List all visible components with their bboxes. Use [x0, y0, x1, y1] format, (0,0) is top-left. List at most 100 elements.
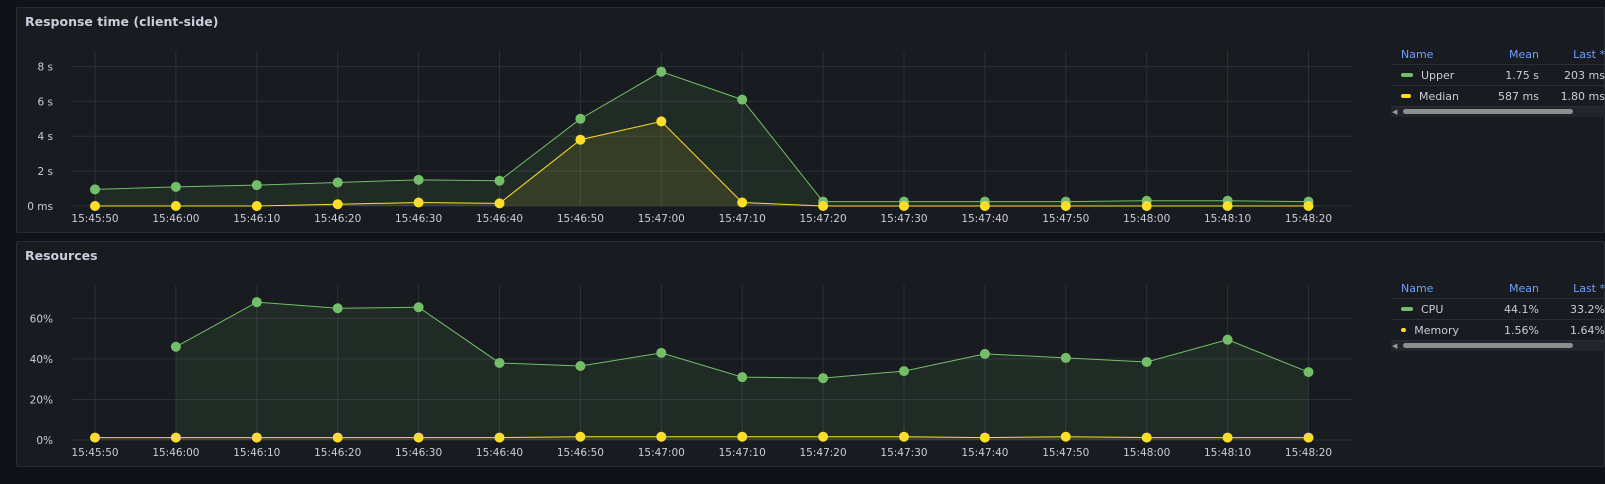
memory-data-point[interactable] [818, 431, 829, 442]
legend-header-last[interactable]: Last * [1539, 48, 1605, 61]
x-tick-label: 15:46:20 [314, 213, 361, 225]
median-data-point[interactable] [575, 134, 586, 145]
memory-data-point[interactable] [575, 431, 586, 442]
scroll-thumb[interactable] [1403, 343, 1573, 348]
x-tick-label: 15:45:50 [71, 213, 118, 225]
panel-title[interactable]: Resources [25, 248, 98, 263]
legend-header-mean[interactable]: Mean [1459, 48, 1539, 61]
cpu-data-point[interactable] [413, 302, 424, 313]
memory-data-point[interactable] [1222, 432, 1233, 443]
median-data-point[interactable] [737, 197, 748, 208]
cpu-data-point[interactable] [494, 357, 505, 368]
median-data-point[interactable] [413, 197, 424, 208]
upper-data-point[interactable] [332, 177, 343, 188]
memory-data-point[interactable] [90, 432, 100, 443]
resources-panel: 0% 20% 40% 60% 15:45:50 15:46:00 15:46:10 15:46… [16, 241, 1605, 467]
x-tick-label: 15:46:50 [557, 213, 604, 225]
upper-data-point[interactable] [251, 180, 262, 191]
x-tick-label: 15:48:20 [1285, 213, 1332, 225]
median-data-point[interactable] [1303, 201, 1314, 211]
cpu-data-point[interactable] [332, 303, 343, 314]
legend-header-mean[interactable]: Mean [1459, 282, 1539, 295]
memory-data-point[interactable] [1060, 431, 1071, 442]
memory-data-point[interactable] [170, 432, 181, 443]
x-tick-label: 15:47:00 [638, 213, 685, 225]
cpu-data-point[interactable] [575, 361, 586, 372]
median-data-point[interactable] [170, 201, 181, 211]
legend-row-cpu[interactable]: CPU 44.1% 33.2% [1391, 299, 1605, 320]
memory-data-point[interactable] [413, 432, 424, 443]
median-data-point[interactable] [656, 116, 667, 127]
median-series-swatch [1401, 94, 1411, 98]
upper-data-point[interactable] [656, 66, 667, 77]
cpu-data-point[interactable] [737, 372, 748, 383]
memory-data-point[interactable] [1141, 432, 1152, 443]
x-tick-label: 15:46:40 [476, 447, 523, 459]
median-data-point[interactable] [1222, 201, 1233, 211]
scroll-left-icon[interactable]: ◀ [1392, 342, 1397, 350]
legend-row-median[interactable]: Median 587 ms 1.80 ms [1391, 86, 1605, 107]
memory-data-point[interactable] [899, 431, 909, 442]
legend-scrollbar[interactable]: ◀ [1391, 107, 1605, 117]
memory-data-point[interactable] [332, 432, 343, 443]
cpu-series-swatch [1401, 307, 1413, 311]
cpu-data-point[interactable] [656, 347, 667, 358]
x-tick-label: 15:47:10 [719, 447, 766, 459]
legend-row-memory[interactable]: Memory 1.56% 1.64% [1391, 320, 1605, 341]
panel-title[interactable]: Response time (client-side) [25, 14, 218, 29]
upper-data-point[interactable] [575, 113, 586, 124]
cpu-data-point[interactable] [1303, 367, 1314, 378]
upper-data-point[interactable] [170, 181, 181, 192]
legend-header-last[interactable]: Last * [1539, 282, 1605, 295]
upper-data-point[interactable] [413, 174, 424, 185]
cpu-data-point[interactable] [818, 373, 829, 384]
cpu-data-point[interactable] [1222, 334, 1233, 345]
median-data-point[interactable] [1060, 201, 1071, 211]
cpu-data-point[interactable] [251, 297, 262, 308]
legend-series-name: Memory [1414, 323, 1459, 337]
x-tick-label: 15:48:00 [1123, 213, 1170, 225]
y-tick-label: 4 s [38, 131, 54, 143]
memory-data-point[interactable] [656, 431, 667, 442]
median-data-point[interactable] [899, 201, 909, 211]
median-data-point[interactable] [979, 201, 990, 211]
median-data-point[interactable] [90, 201, 100, 211]
x-tick-label: 15:46:10 [233, 447, 280, 459]
scroll-left-icon[interactable]: ◀ [1392, 108, 1397, 116]
memory-data-point[interactable] [1303, 432, 1314, 443]
legend-mean-value: 1.75 s [1505, 68, 1539, 82]
y-tick-label: 6 s [38, 96, 54, 108]
memory-data-point[interactable] [737, 431, 748, 442]
upper-data-point[interactable] [494, 175, 505, 186]
y-tick-label: 60% [30, 313, 53, 325]
y-tick-label: 2 s [38, 166, 54, 178]
memory-data-point[interactable] [979, 432, 990, 443]
scroll-thumb[interactable] [1403, 109, 1573, 114]
y-tick-label: 40% [30, 354, 53, 366]
legend-header-name[interactable]: Name [1391, 48, 1459, 61]
legend-row-upper[interactable]: Upper 1.75 s 203 ms [1391, 65, 1605, 86]
median-data-point[interactable] [818, 201, 829, 211]
x-tick-label: 15:47:20 [800, 447, 847, 459]
upper-data-point[interactable] [90, 184, 100, 195]
legend-scrollbar[interactable]: ◀ [1391, 341, 1605, 351]
legend-header-name[interactable]: Name [1391, 282, 1459, 295]
cpu-data-point[interactable] [1060, 352, 1071, 363]
cpu-data-point[interactable] [1141, 356, 1152, 367]
legend-last-value: 1.80 ms [1560, 89, 1605, 103]
x-tick-label: 15:46:30 [395, 213, 442, 225]
cpu-data-point[interactable] [899, 366, 909, 377]
upper-data-point[interactable] [737, 94, 748, 105]
memory-data-point[interactable] [494, 432, 505, 443]
median-data-point[interactable] [1141, 201, 1152, 211]
y-tick-label: 8 s [38, 61, 54, 73]
cpu-data-point[interactable] [979, 348, 990, 359]
legend-mean-value: 587 ms [1498, 89, 1539, 103]
y-tick-label: 0 ms [27, 201, 53, 213]
memory-data-point[interactable] [251, 432, 262, 443]
cpu-data-point[interactable] [170, 341, 181, 352]
x-tick-label: 15:48:10 [1204, 447, 1251, 459]
median-data-point[interactable] [251, 201, 262, 211]
median-data-point[interactable] [494, 198, 505, 209]
median-data-point[interactable] [332, 199, 343, 210]
